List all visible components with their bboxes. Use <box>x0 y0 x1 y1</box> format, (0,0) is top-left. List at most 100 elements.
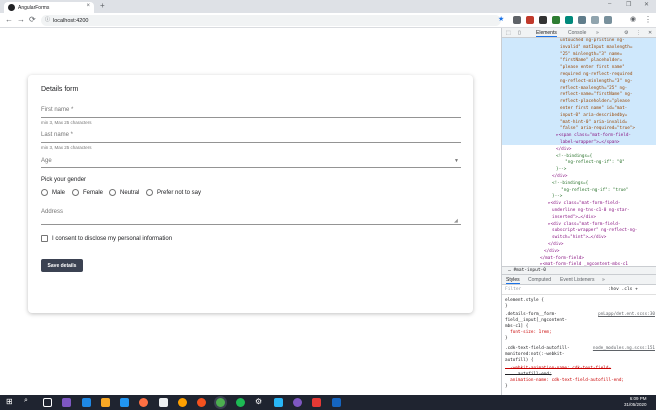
reload-icon[interactable]: ⟳ <box>29 15 36 24</box>
style-source-link[interactable]: pnLapp/det.ent.scss:30 <box>598 312 655 317</box>
new-tab-button[interactable]: + <box>100 1 105 10</box>
extension-icon[interactable] <box>604 16 612 24</box>
dom-node-line[interactable]: }--> <box>556 167 566 172</box>
app-icon[interactable] <box>178 398 187 407</box>
style-rule-line[interactable]: element.style { <box>505 298 544 303</box>
tab-event-listeners[interactable]: Event Listeners <box>560 277 594 283</box>
dom-node-line[interactable]: label-wrapper">…</span> <box>560 140 620 145</box>
style-rule-line[interactable]: } <box>505 336 508 341</box>
extension-icon[interactable] <box>565 16 573 24</box>
dom-node-line[interactable]: input-0" aria-describedby= <box>560 113 627 118</box>
style-rule-line[interactable]: } <box>505 304 508 309</box>
dom-node-line[interactable]: </mat-form-field> <box>540 256 584 261</box>
settings-gear-icon[interactable]: ⚙ <box>624 30 628 36</box>
dom-node-line[interactable]: reflect-name="firstName" ng- <box>560 92 632 97</box>
dom-node-line[interactable]: ▸<span class="mat-form-field- <box>556 133 631 138</box>
address-textarea[interactable]: Address <box>41 209 63 215</box>
dropdown-arrow-icon[interactable]: ▼ <box>454 158 459 164</box>
crumb-selected[interactable]: #mat-input-0 <box>513 268 546 273</box>
dom-node-line[interactable]: "firstName" placeholder= <box>560 58 622 63</box>
close-window-button[interactable]: ✕ <box>644 1 649 8</box>
app-icon[interactable] <box>197 398 206 407</box>
radio-female[interactable]: Female <box>72 189 103 196</box>
style-rule-line[interactable]: field__input[_ngcontent- <box>505 318 567 323</box>
dom-node-line[interactable]: "ng-reflect-ng-if": "true" <box>556 188 628 193</box>
dom-node-line[interactable]: "mat-hint-0" aria-invalid= <box>560 120 627 125</box>
style-rule-line[interactable]: .details-form__form- <box>505 312 557 317</box>
settings-gear-icon[interactable]: ⚙ <box>255 397 264 406</box>
style-source-link[interactable]: node_modules.ng.scss:151 <box>593 346 655 351</box>
dom-node-line[interactable]: underline ng-tns-c1-0 ng-star- <box>552 208 630 213</box>
extension-icon[interactable] <box>513 16 521 24</box>
dom-node-line[interactable]: </div> <box>548 242 564 247</box>
minimize-button[interactable]: – <box>608 1 611 7</box>
style-rule-line[interactable]: .cdk-text-field-autofill- <box>505 346 570 351</box>
dom-node-line[interactable]: reflect-placeholder="please <box>560 99 630 104</box>
more-subtabs-icon[interactable]: » <box>602 277 605 283</box>
styles-pane[interactable]: element.style {} .details-form__form-fiel… <box>502 296 656 395</box>
app-icon[interactable] <box>293 398 302 407</box>
first-name-field[interactable]: First name * <box>41 107 73 113</box>
style-rule-line[interactable]: mbs-c1] { <box>505 324 528 329</box>
dom-node-line[interactable]: ▸<div class="mat-form-field- <box>548 201 620 206</box>
dom-node-line[interactable]: untouched ng-pristine ng- <box>560 38 625 43</box>
dom-node-line[interactable]: "please enter first name" <box>560 65 625 70</box>
extension-icon[interactable] <box>552 16 560 24</box>
dom-node-line[interactable]: </div> <box>556 147 572 152</box>
dom-node-line[interactable]: </div> <box>544 249 560 254</box>
style-rule-line[interactable]: -webkit-animation-name: cdk-text-field- <box>505 366 611 371</box>
browser-tab[interactable]: AngularForms × <box>4 2 94 13</box>
save-details-button[interactable]: Save details <box>41 259 83 272</box>
inspect-icon[interactable]: ⬚ <box>506 30 511 36</box>
file-explorer-icon[interactable] <box>101 398 110 407</box>
dom-node-line[interactable]: invalid" matInput maxlength= <box>560 45 632 50</box>
app-icon[interactable] <box>159 398 168 407</box>
tab-computed[interactable]: Computed <box>528 277 551 283</box>
back-arrow-icon[interactable]: ← <box>5 15 13 24</box>
outlook-icon[interactable] <box>82 398 91 407</box>
bookmark-star-icon[interactable]: ★ <box>498 15 504 23</box>
chrome-icon[interactable] <box>216 398 225 407</box>
dom-node-line[interactable]: "false" aria-required="true"> <box>560 126 635 131</box>
windows-start-icon[interactable]: ⊞ <box>6 397 15 406</box>
extension-icon[interactable] <box>578 16 586 24</box>
search-icon[interactable]: ⌕ <box>24 397 33 406</box>
style-rule-line[interactable]: autofill) { <box>505 358 533 363</box>
radio-neutral[interactable]: Neutral <box>109 189 139 196</box>
dom-node-line[interactable]: switch="hint">…</div> <box>552 235 606 240</box>
tab-console[interactable]: Console <box>568 30 586 36</box>
firefox-icon[interactable] <box>139 398 148 407</box>
maximize-button[interactable]: ❐ <box>626 1 631 8</box>
extension-icon[interactable] <box>591 16 599 24</box>
crumb-ellipsis[interactable]: … <box>508 268 511 273</box>
app-icon[interactable] <box>312 398 321 407</box>
menu-dots-icon[interactable]: ⋮ <box>644 15 652 24</box>
device-toggle-icon[interactable]: ▯ <box>518 30 521 36</box>
dom-node-line[interactable]: ▸<div class="mat-form-field- <box>548 222 620 227</box>
dom-node-line[interactable]: "ng-reflect-ng-if": "0" <box>560 160 625 165</box>
dom-node-line[interactable]: ng-reflect-minlength="3" ng- <box>560 79 632 84</box>
tab-close-icon[interactable]: × <box>86 3 90 9</box>
address-bar[interactable]: ⓘ localhost:4200 <box>41 15 501 26</box>
style-rule-line[interactable]: animation-name: cdk-text-field-autofill-… <box>505 378 624 383</box>
dom-node-line[interactable]: <!--bindings={ <box>552 181 588 186</box>
style-rule-line[interactable]: } <box>505 384 508 389</box>
radio-male[interactable]: Male <box>41 189 65 196</box>
more-tabs-icon[interactable]: » <box>596 30 599 36</box>
style-toggles[interactable]: :hov .cls + <box>608 287 638 292</box>
visual-studio-icon[interactable] <box>62 398 71 407</box>
spotify-icon[interactable] <box>236 398 245 407</box>
dom-node-line[interactable]: enter first name" id="mat- <box>560 106 627 111</box>
dom-tree[interactable]: untouched ng-pristine ng-invalid" matInp… <box>502 38 656 270</box>
task-view-icon[interactable] <box>43 398 52 407</box>
tab-elements[interactable]: Elements <box>536 30 557 37</box>
style-rule-line[interactable]: monitored:not(:-webkit- <box>505 352 565 357</box>
dom-node-line[interactable]: required ng-reflect-required <box>560 72 632 77</box>
dom-node-line[interactable]: }--> <box>552 194 562 199</box>
dom-node-line[interactable]: <!--bindings={ <box>556 154 592 159</box>
dom-node-line[interactable]: </div> <box>552 174 568 179</box>
forward-arrow-icon[interactable]: → <box>17 15 25 24</box>
dom-node-line[interactable]: subscript-wrapper" ng-reflect-ng- <box>552 228 637 233</box>
dom-node-line[interactable]: reflect-maxlength="25" ng- <box>560 86 627 91</box>
radio-prefer-not[interactable]: Prefer not to say <box>146 189 201 196</box>
